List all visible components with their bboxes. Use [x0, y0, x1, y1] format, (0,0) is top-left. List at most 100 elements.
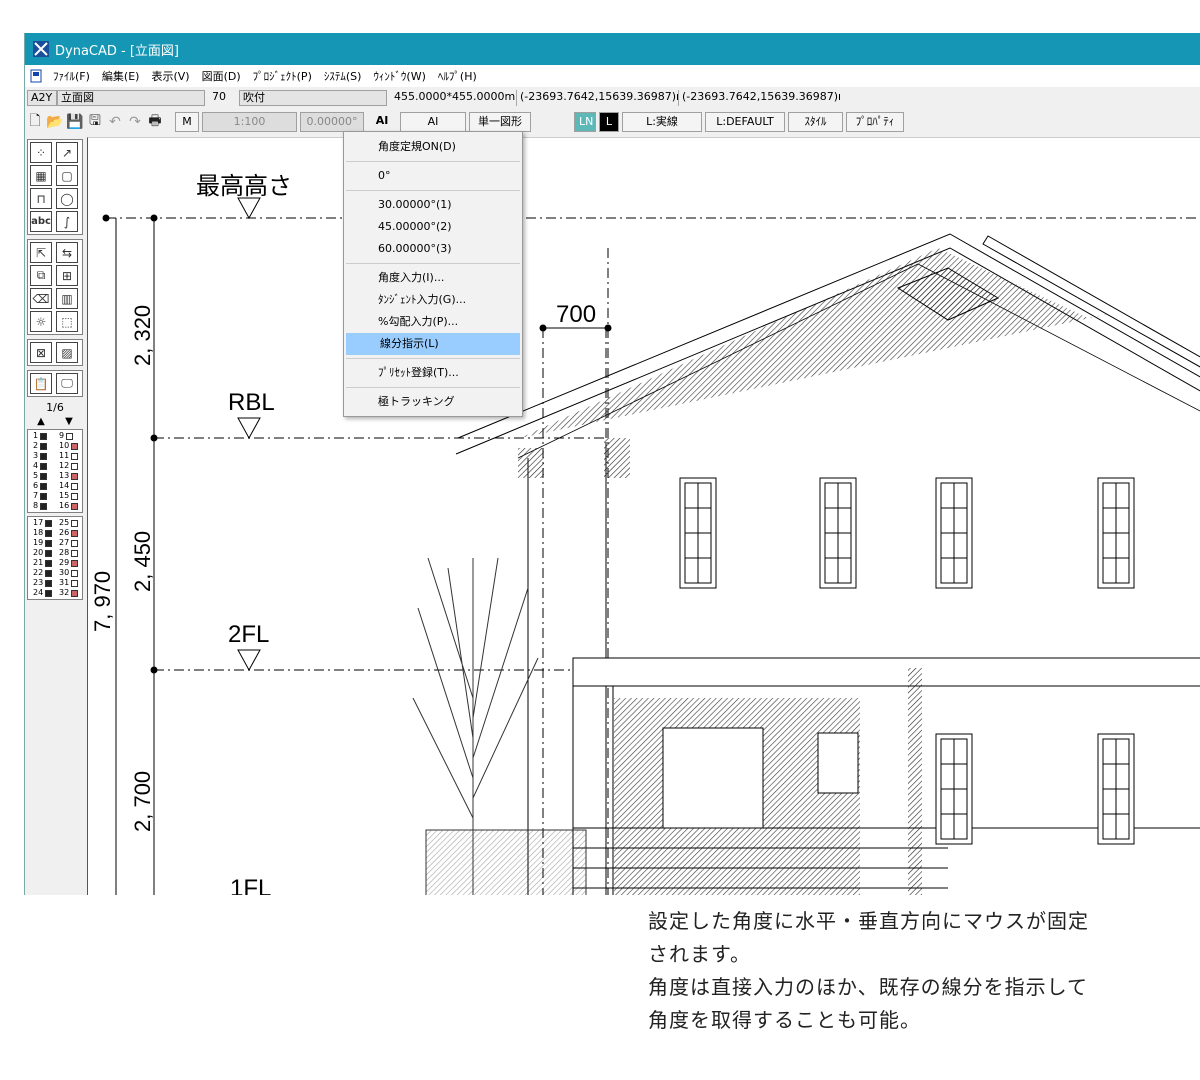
layer-cell[interactable]: 27 — [55, 538, 81, 548]
menu-file[interactable]: ﾌｧｲﾙ(F) — [47, 68, 96, 84]
ln-toggle[interactable]: LN — [574, 112, 596, 132]
sheet-size[interactable]: A2Y — [27, 90, 57, 106]
menu-system[interactable]: ｼｽﾃﾑ(S) — [318, 68, 368, 84]
polar-tracking[interactable]: 極トラッキング — [344, 391, 522, 413]
layer-cell[interactable]: 18 — [29, 528, 55, 538]
save-as-icon[interactable]: 🖫 — [85, 112, 105, 132]
layer-cell[interactable]: 7 — [29, 491, 55, 501]
array-icon[interactable]: ⊞ — [56, 265, 78, 286]
image-icon[interactable]: ▨ — [56, 342, 78, 363]
layer-cell[interactable]: 6 — [29, 481, 55, 491]
clipboard-icon[interactable]: 📋 — [30, 373, 52, 394]
view-name[interactable]: 立面図 — [57, 90, 205, 106]
single-shape-button[interactable]: 単一図形 — [469, 112, 531, 132]
layer-cell[interactable]: 1 — [29, 431, 55, 441]
ai-button[interactable]: AI — [400, 112, 466, 132]
dimension-2450: 2, 450 — [130, 531, 155, 592]
measure-icon[interactable]: ▥ — [56, 288, 78, 309]
layer-cell[interactable]: 9 — [55, 431, 81, 441]
menu-window[interactable]: ｳｨﾝﾄﾞｳ(W) — [367, 68, 431, 84]
preset-register[interactable]: ﾌﾟﾘｾｯﾄ登録(T)... — [344, 362, 522, 384]
layer-cell[interactable]: 15 — [55, 491, 81, 501]
select-frame-icon[interactable]: ⬚ — [56, 311, 78, 332]
print-icon[interactable]: 🖶 — [145, 112, 165, 132]
layer-cell[interactable]: 8 — [29, 501, 55, 511]
document-icon[interactable] — [25, 66, 47, 86]
menu-edit[interactable]: 編集(E) — [96, 68, 146, 84]
page-up-icon[interactable]: ▲ — [37, 416, 45, 427]
layer-cell[interactable]: 22 — [29, 568, 55, 578]
property-button[interactable]: ﾌﾟﾛﾊﾟﾃｨ — [846, 112, 904, 132]
grid-dots-icon[interactable]: ⁘ — [30, 142, 52, 163]
menu-project[interactable]: ﾌﾟﾛｼﾞｪｸﾄ(P) — [247, 68, 318, 84]
layer-cell[interactable]: 28 — [55, 548, 81, 558]
slope-input[interactable]: %勾配入力(P)... — [344, 311, 522, 333]
angle-30[interactable]: 30.00000°(1) — [344, 194, 522, 216]
monitor-icon[interactable]: 🖵 — [56, 373, 78, 394]
line-type-button[interactable]: L:実線 — [622, 112, 702, 132]
angle-60[interactable]: 60.00000°(3) — [344, 238, 522, 260]
ai-bold-button[interactable]: AI — [367, 112, 397, 132]
mirror-icon[interactable]: ⇆ — [56, 242, 78, 263]
scale-field[interactable]: 1:100 — [202, 112, 297, 132]
drawing-canvas[interactable]: 最高高さ RBL 2FL 1FL 700 2, 320 2, 450 2, 70… — [87, 137, 1200, 895]
redo-icon[interactable]: ↷ — [125, 112, 145, 132]
page-down-icon[interactable]: ▼ — [65, 416, 73, 427]
layer-cell[interactable]: 11 — [55, 451, 81, 461]
menu-view[interactable]: 表示(V) — [145, 68, 195, 84]
layer-cell[interactable]: 5 — [29, 471, 55, 481]
layer-swatch — [40, 482, 48, 490]
polyline-icon[interactable]: ↗ — [56, 142, 78, 163]
layer-cell[interactable]: 16 — [55, 501, 81, 511]
dimension-icon[interactable]: ⊓ — [30, 188, 52, 209]
layer-cell[interactable]: 25 — [55, 518, 81, 528]
layer-name[interactable]: 吹付 — [239, 90, 387, 106]
angle-45[interactable]: 45.00000°(2) — [344, 216, 522, 238]
copy-icon[interactable]: ⧉ — [30, 265, 52, 286]
layer-cell[interactable]: 29 — [55, 558, 81, 568]
open-folder-icon[interactable]: 📂 — [45, 112, 65, 132]
layer-cell[interactable]: 3 — [29, 451, 55, 461]
layer-cell[interactable]: 24 — [29, 588, 55, 598]
layer-cell[interactable]: 14 — [55, 481, 81, 491]
window-icon[interactable]: ⊠ — [30, 342, 52, 363]
menu-help[interactable]: ﾍﾙﾌﾟ(H) — [432, 68, 483, 84]
layer-cell[interactable]: 32 — [55, 588, 81, 598]
layer-cell[interactable]: 30 — [55, 568, 81, 578]
menu-drawing[interactable]: 図面(D) — [196, 68, 247, 84]
angle-0[interactable]: 0° — [344, 165, 522, 187]
layer-cell[interactable]: 31 — [55, 578, 81, 588]
style-button[interactable]: ｽﾀｲﾙ — [788, 112, 843, 132]
bulb-icon[interactable]: ☼ — [30, 311, 52, 332]
layer-cell[interactable]: 21 — [29, 558, 55, 568]
layer-cell[interactable]: 17 — [29, 518, 55, 528]
rectangle-icon[interactable]: ▢ — [56, 165, 78, 186]
layer-cell[interactable]: 26 — [55, 528, 81, 538]
angle-field[interactable]: 0.00000° — [300, 112, 364, 132]
save-icon[interactable]: 💾 — [65, 112, 85, 132]
circle-icon[interactable]: ◯ — [56, 188, 78, 209]
angle-input[interactable]: 角度入力(I)... — [344, 267, 522, 289]
menu-bar: ﾌｧｲﾙ(F) 編集(E) 表示(V) 図面(D) ﾌﾟﾛｼﾞｪｸﾄ(P) ｼｽ… — [25, 65, 1200, 87]
move-icon[interactable]: ⇱ — [30, 242, 52, 263]
curve-icon[interactable]: ∫ — [56, 211, 78, 232]
layer-cell[interactable]: 10 — [55, 441, 81, 451]
eraser-icon[interactable]: ⌫ — [30, 288, 52, 309]
undo-icon[interactable]: ↶ — [105, 112, 125, 132]
line-segment-select[interactable]: 線分指示(L) — [346, 333, 520, 355]
layer-cell[interactable]: 2 — [29, 441, 55, 451]
layer-cell[interactable]: 20 — [29, 548, 55, 558]
layer-cell[interactable]: 23 — [29, 578, 55, 588]
hatch-icon[interactable]: ▦ — [30, 165, 52, 186]
m-button[interactable]: M — [175, 112, 199, 132]
angle-ruler-on[interactable]: 角度定規ON(D) — [344, 136, 522, 158]
layer-default-button[interactable]: L:DEFAULT — [705, 112, 785, 132]
layer-cell[interactable]: 13 — [55, 471, 81, 481]
tangent-input[interactable]: ﾀﾝｼﾞｪﾝﾄ入力(G)... — [344, 289, 522, 311]
new-file-icon[interactable]: 🗋 — [25, 112, 45, 132]
l-toggle[interactable]: L — [599, 112, 619, 132]
text-icon[interactable]: abc — [30, 211, 52, 232]
layer-cell[interactable]: 4 — [29, 461, 55, 471]
layer-cell[interactable]: 12 — [55, 461, 81, 471]
layer-cell[interactable]: 19 — [29, 538, 55, 548]
